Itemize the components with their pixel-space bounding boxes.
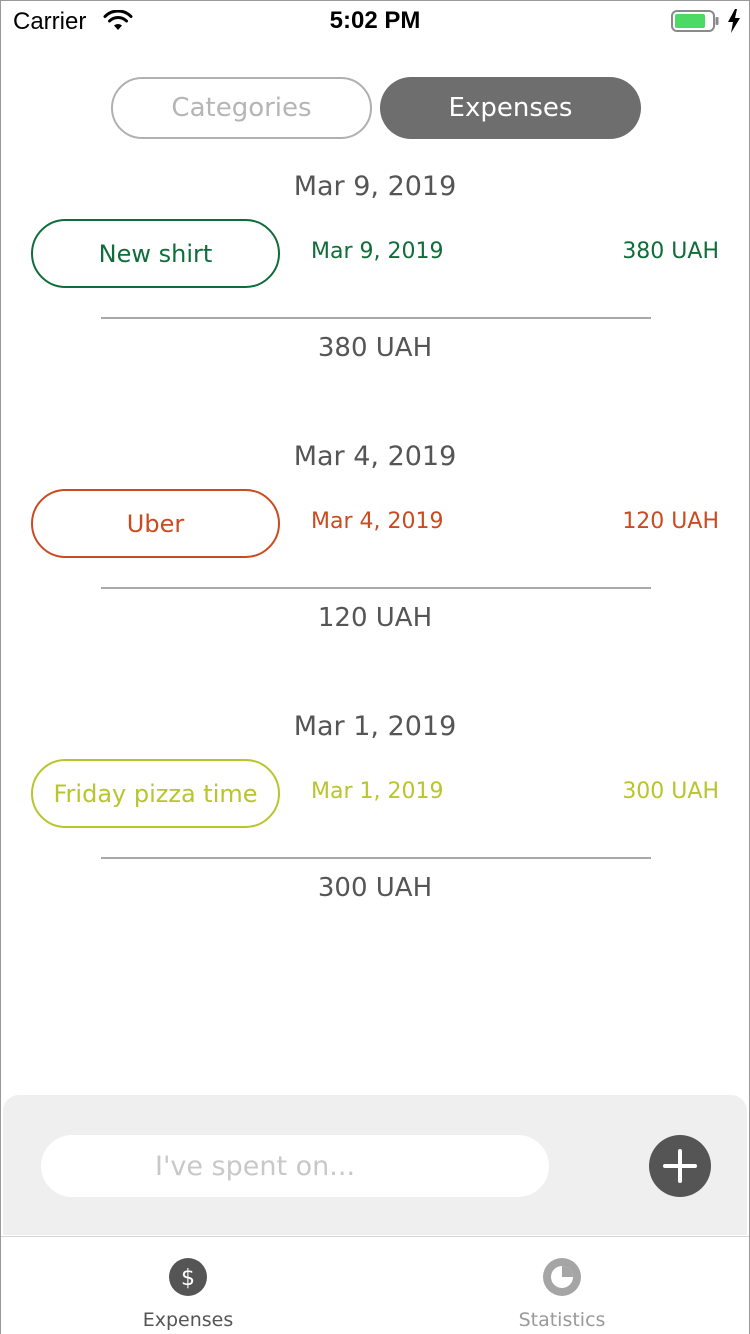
expense-item-button[interactable]: New shirt bbox=[31, 219, 280, 288]
expense-item-name: Friday pizza time bbox=[53, 779, 258, 808]
add-expense-button[interactable] bbox=[649, 1135, 711, 1197]
group-date: Mar 1, 2019 bbox=[293, 711, 457, 742]
tab-categories[interactable]: Categories bbox=[111, 77, 372, 139]
divider bbox=[101, 317, 651, 319]
tab-categories-label: Categories bbox=[171, 93, 312, 123]
spent-on-input[interactable] bbox=[41, 1135, 549, 1197]
expense-input-panel bbox=[3, 1095, 747, 1235]
tabbar-item-statistics[interactable]: Statistics bbox=[375, 1237, 749, 1334]
clock: 5:02 PM bbox=[329, 7, 421, 34]
tab-expenses-label: Expenses bbox=[448, 93, 573, 123]
charging-icon bbox=[728, 9, 740, 33]
plus-icon bbox=[663, 1149, 697, 1183]
tab-bar: $ Expenses Statistics bbox=[1, 1236, 749, 1334]
group-total: 380 UAH bbox=[317, 333, 433, 363]
group-date: Mar 9, 2019 bbox=[293, 171, 457, 202]
expense-item-amount: 380 UAH bbox=[622, 239, 719, 264]
group-total: 300 UAH bbox=[317, 873, 433, 903]
expense-item-button[interactable]: Friday pizza time bbox=[31, 759, 280, 828]
expense-item-date: Mar 4, 2019 bbox=[311, 509, 444, 534]
divider bbox=[101, 857, 651, 859]
group-total: 120 UAH bbox=[317, 603, 433, 633]
expense-item-date: Mar 9, 2019 bbox=[311, 239, 444, 264]
tab-expenses[interactable]: Expenses bbox=[380, 77, 641, 139]
svg-text:$: $ bbox=[181, 1266, 195, 1291]
expense-group: Mar 1, 2019 Friday pizza time Mar 1, 201… bbox=[1, 711, 749, 911]
tabbar-item-expenses[interactable]: $ Expenses bbox=[1, 1237, 375, 1334]
expense-item-name: Uber bbox=[126, 509, 185, 538]
dollar-icon: $ bbox=[169, 1258, 207, 1296]
tabbar-expenses-label: Expenses bbox=[142, 1309, 234, 1331]
tabbar-statistics-label: Statistics bbox=[518, 1309, 606, 1331]
battery-icon bbox=[671, 10, 719, 32]
pie-chart-icon bbox=[543, 1258, 581, 1296]
expense-group: Mar 9, 2019 New shirt Mar 9, 2019 380 UA… bbox=[1, 171, 749, 371]
expense-group: Mar 4, 2019 Uber Mar 4, 2019 120 UAH 120… bbox=[1, 441, 749, 641]
status-bar: Carrier 5:02 PM bbox=[1, 1, 749, 41]
divider bbox=[101, 587, 651, 589]
group-date: Mar 4, 2019 bbox=[293, 441, 457, 472]
expense-item-amount: 300 UAH bbox=[622, 779, 719, 804]
expense-item-name: New shirt bbox=[98, 239, 213, 268]
expense-item-date: Mar 1, 2019 bbox=[311, 779, 444, 804]
expense-item-button[interactable]: Uber bbox=[31, 489, 280, 558]
expense-item-amount: 120 UAH bbox=[622, 509, 719, 534]
